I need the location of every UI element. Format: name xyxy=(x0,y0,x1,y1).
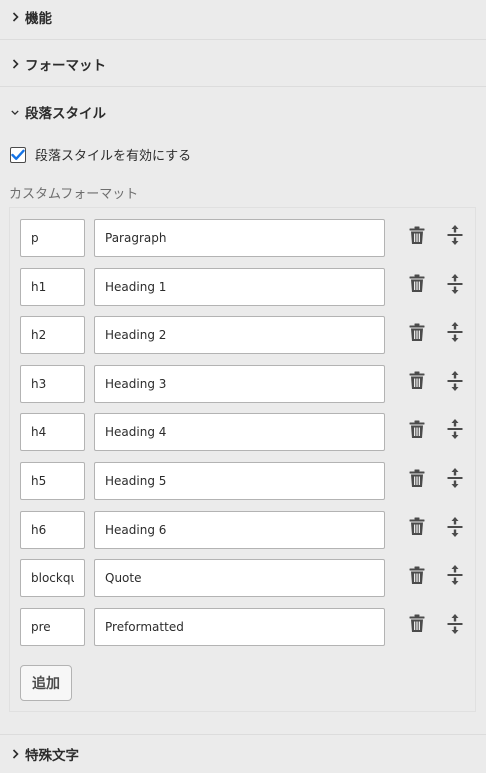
format-name-input[interactable] xyxy=(94,462,385,500)
format-tag-input[interactable] xyxy=(20,462,85,500)
section-header-features[interactable]: 機能 xyxy=(0,0,486,40)
section-title: フォーマット xyxy=(25,57,106,74)
format-name-input[interactable] xyxy=(94,316,385,355)
enable-paragraph-styles-checkbox[interactable] xyxy=(10,146,26,163)
trash-icon[interactable] xyxy=(408,370,426,392)
move-vertical-icon[interactable] xyxy=(446,515,464,539)
format-name-input[interactable] xyxy=(94,364,385,403)
format-row xyxy=(20,607,463,646)
move-vertical-icon[interactable] xyxy=(446,223,464,247)
format-tag-input[interactable] xyxy=(20,413,85,452)
section-header-format[interactable]: フォーマット xyxy=(0,41,486,87)
format-name-input[interactable] xyxy=(94,607,385,646)
move-vertical-icon[interactable] xyxy=(446,612,464,636)
format-tag-input[interactable] xyxy=(20,267,85,306)
move-vertical-icon[interactable] xyxy=(446,320,464,344)
checkmark-icon xyxy=(11,149,25,160)
section-header-paragraph-styles[interactable]: 段落スタイル xyxy=(0,89,486,135)
format-name-input[interactable] xyxy=(94,267,385,306)
format-name-input[interactable] xyxy=(94,219,385,257)
chevron-down-icon xyxy=(11,109,19,116)
format-row xyxy=(20,510,463,549)
format-row xyxy=(20,267,463,306)
custom-formats-panel: 追加 xyxy=(9,207,476,712)
trash-icon[interactable] xyxy=(408,516,426,538)
format-row xyxy=(20,364,463,403)
chevron-right-icon xyxy=(11,58,19,69)
format-name-input[interactable] xyxy=(94,510,385,549)
format-row xyxy=(20,559,463,598)
format-tag-input[interactable] xyxy=(20,219,85,257)
format-name-input[interactable] xyxy=(94,413,385,452)
trash-icon[interactable] xyxy=(408,321,426,343)
enable-paragraph-styles-label: 段落スタイルを有効にする xyxy=(35,149,192,164)
format-tag-input[interactable] xyxy=(20,559,85,598)
format-name-input[interactable] xyxy=(94,559,385,598)
trash-icon[interactable] xyxy=(408,224,426,246)
section-title: 特殊文字 xyxy=(25,748,79,764)
add-button[interactable]: 追加 xyxy=(20,665,72,701)
trash-icon[interactable] xyxy=(408,613,426,635)
trash-icon[interactable] xyxy=(408,273,426,295)
trash-icon[interactable] xyxy=(408,418,426,440)
chevron-right-icon xyxy=(11,749,19,759)
move-vertical-icon[interactable] xyxy=(446,272,464,296)
trash-icon[interactable] xyxy=(408,467,426,489)
move-vertical-icon[interactable] xyxy=(446,563,464,587)
format-row xyxy=(20,316,463,355)
format-row xyxy=(20,219,463,257)
format-tag-input[interactable] xyxy=(20,510,85,549)
format-row xyxy=(20,413,463,452)
format-tag-input[interactable] xyxy=(20,316,85,355)
section-title: 段落スタイル xyxy=(25,106,106,122)
chevron-right-icon xyxy=(11,11,19,22)
section-title: 機能 xyxy=(25,10,52,27)
move-vertical-icon[interactable] xyxy=(446,369,464,393)
format-tag-input[interactable] xyxy=(20,607,85,646)
custom-formats-label: カスタムフォーマット xyxy=(9,187,139,202)
section-header-special-characters[interactable]: 特殊文字 xyxy=(0,734,486,773)
format-tag-input[interactable] xyxy=(20,364,85,403)
move-vertical-icon[interactable] xyxy=(446,466,464,490)
trash-icon[interactable] xyxy=(408,564,426,586)
move-vertical-icon[interactable] xyxy=(446,417,464,441)
enable-paragraph-styles-row[interactable]: 段落スタイルを有効にする xyxy=(10,145,191,164)
format-row xyxy=(20,462,463,500)
